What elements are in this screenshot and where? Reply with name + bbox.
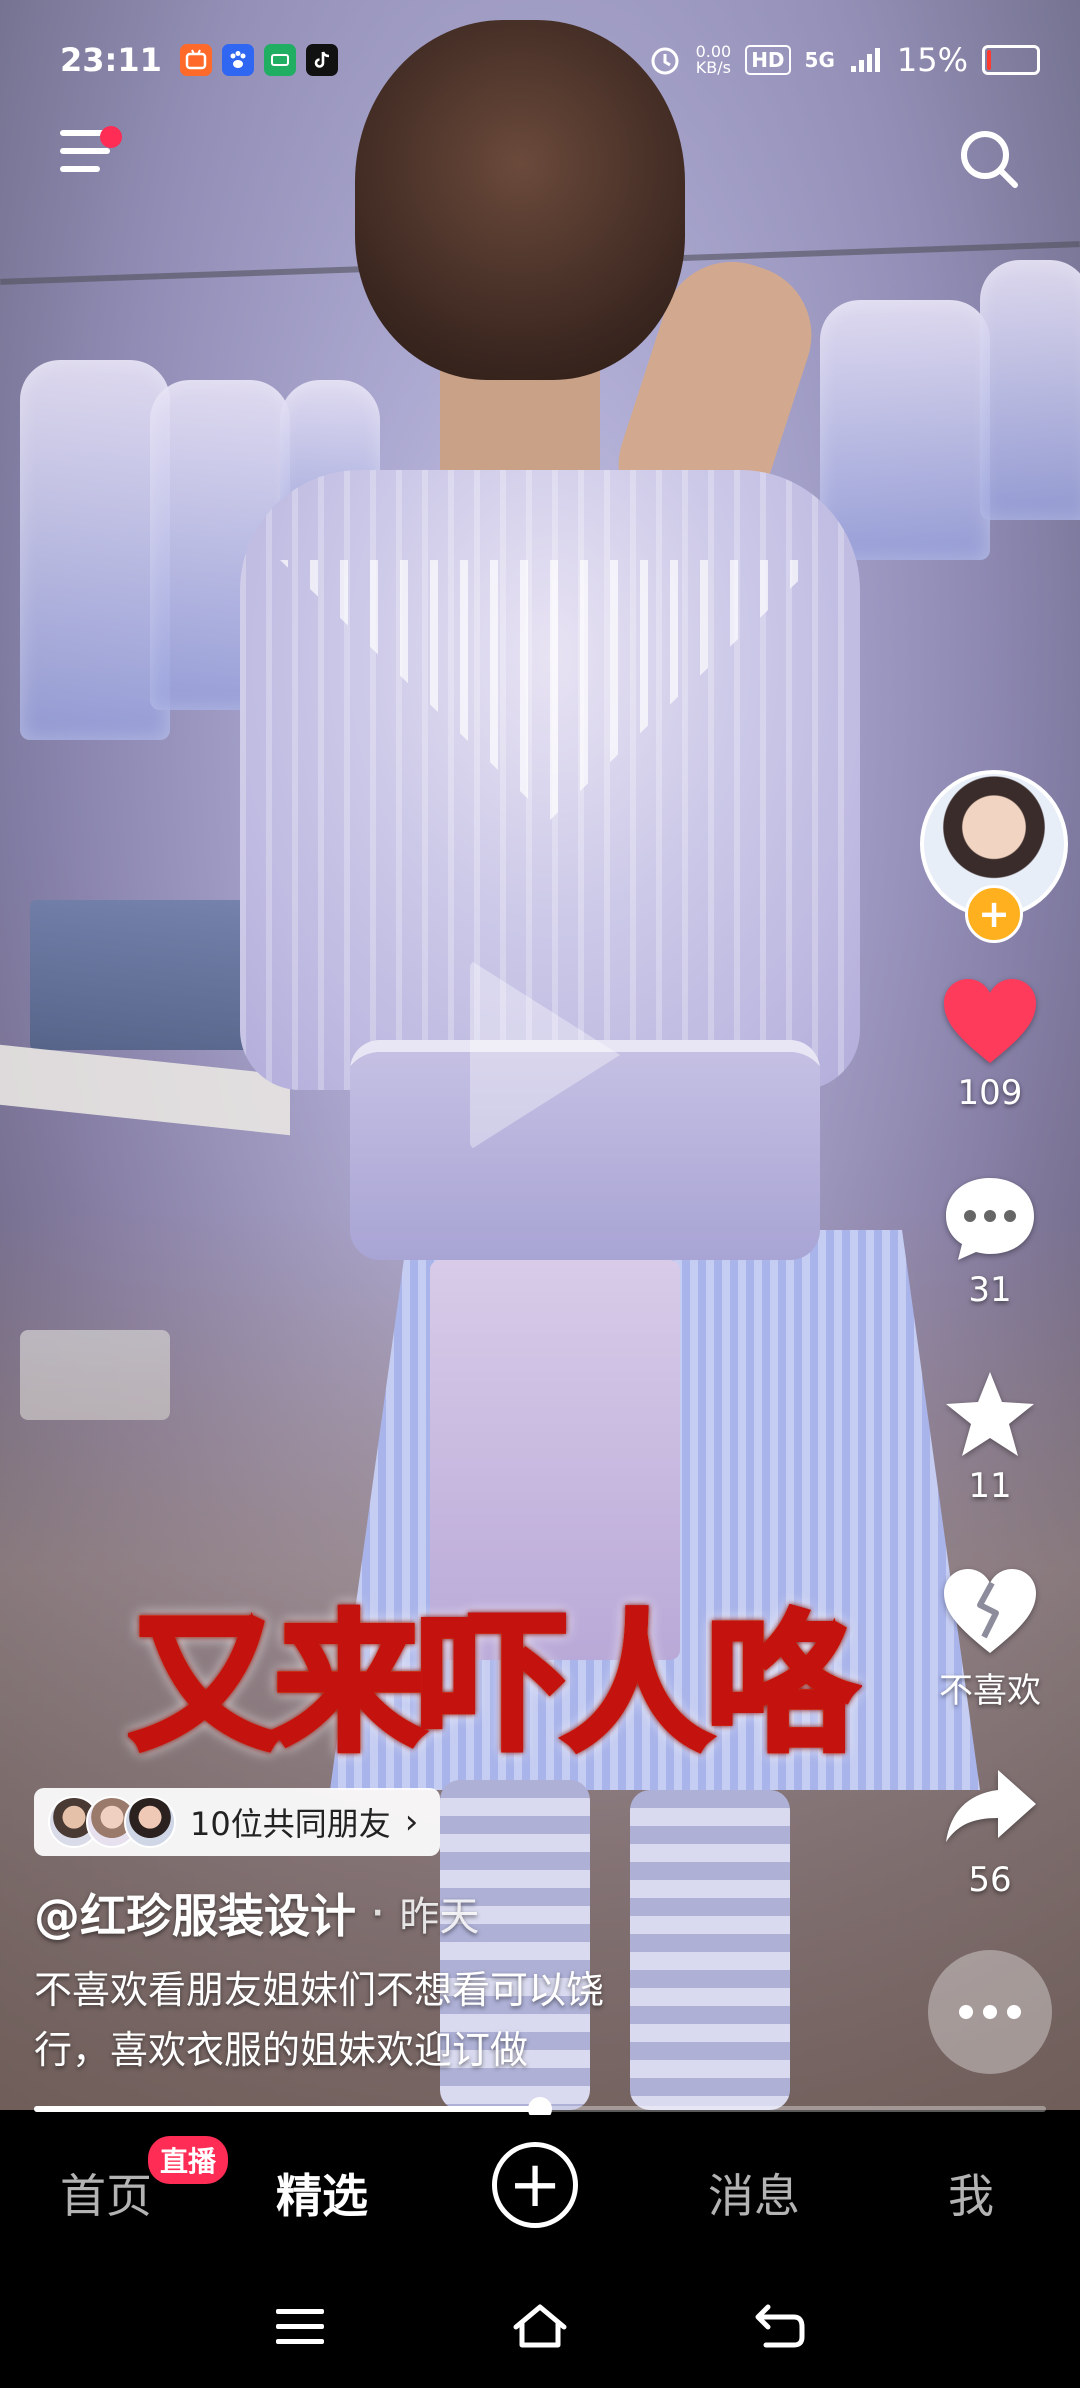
share-arrow-icon xyxy=(946,1770,1036,1842)
home-icon[interactable] xyxy=(510,2301,570,2351)
dislike-button[interactable]: 不喜欢 xyxy=(920,1565,1060,1712)
system-nav-bar xyxy=(0,2265,1080,2388)
tab-home[interactable]: 首页 xyxy=(60,2160,152,2226)
sohu-icon xyxy=(263,44,296,76)
progress-fill xyxy=(34,2106,540,2112)
video-caption-overlay: 又来吓人咯 xyxy=(127,1598,859,1772)
tiktok-icon xyxy=(305,44,338,76)
tab-me[interactable]: 我 xyxy=(948,2160,994,2226)
net-speed-unit: KB/s xyxy=(695,58,731,77)
like-count: 109 xyxy=(957,1073,1023,1113)
dislike-label: 不喜欢 xyxy=(939,1671,1041,1711)
favorite-button[interactable]: 11 xyxy=(920,1368,1060,1506)
menu-bar xyxy=(60,166,100,172)
posted-time: 昨天 xyxy=(399,1894,480,1940)
create-plus-button[interactable]: + xyxy=(492,2142,578,2228)
friend-avatar xyxy=(124,1796,176,1848)
separator: · xyxy=(372,1895,384,1931)
back-icon[interactable] xyxy=(754,2301,806,2351)
bilibili-icon xyxy=(179,44,212,76)
broken-heart-icon xyxy=(944,1569,1036,1653)
battery-percent: 15% xyxy=(896,41,968,79)
video-progress-bar[interactable] xyxy=(34,2097,1046,2121)
star-icon xyxy=(946,1372,1034,1456)
baidu-icon xyxy=(221,44,254,76)
network-type: 5G xyxy=(804,48,835,72)
video-description[interactable]: 不喜欢看朋友姐妹们不想看可以饶 行，喜欢衣服的姐妹欢迎订做 xyxy=(34,1960,734,2080)
recent-apps-icon[interactable] xyxy=(274,2305,326,2349)
signal-icon xyxy=(850,48,880,72)
like-button[interactable]: 109 xyxy=(920,975,1060,1113)
more-dot xyxy=(983,2005,997,2019)
play-icon[interactable] xyxy=(470,960,620,1150)
mannequin xyxy=(20,360,170,740)
favorite-count: 11 xyxy=(968,1466,1012,1506)
chevron-right-icon: › xyxy=(404,1802,419,1842)
more-dot xyxy=(1007,2005,1021,2019)
live-badge: 直播 xyxy=(148,2136,229,2184)
mannequin xyxy=(820,300,990,560)
net-speed: 0.00 KB/s xyxy=(696,44,732,76)
battery-icon xyxy=(982,45,1040,75)
heart-icon xyxy=(944,979,1036,1063)
comment-button[interactable]: 31 xyxy=(920,1172,1060,1310)
description-line: 不喜欢看朋友姐妹们不想看可以饶 xyxy=(34,1968,605,2012)
mannequin xyxy=(980,260,1080,520)
share-button[interactable]: 56 xyxy=(920,1762,1060,1900)
comment-count: 31 xyxy=(968,1270,1012,1310)
hd-badge: HD xyxy=(745,45,791,75)
notification-dot xyxy=(100,126,122,148)
menu-bar xyxy=(60,148,110,154)
more-dot xyxy=(959,2005,973,2019)
battery-fill xyxy=(987,50,991,70)
description-line: 行，喜欢衣服的姐妹欢迎订做 xyxy=(34,2028,529,2072)
mutual-friends-chip[interactable]: 10位共同朋友 › xyxy=(34,1788,441,1856)
share-count: 56 xyxy=(968,1860,1012,1900)
tab-messages[interactable]: 消息 xyxy=(708,2160,800,2226)
author-line: @红珍服装设计 · 昨天 xyxy=(34,1880,479,1946)
app-screen: 23:11 0.00 KB/s HD 5G 15% + 109 31 11 不喜… xyxy=(0,0,1080,2388)
mutual-friends-label: 10位共同朋友 xyxy=(190,1805,391,1843)
search-icon[interactable] xyxy=(955,125,1025,195)
follow-plus-icon[interactable]: + xyxy=(965,885,1023,943)
alarm-icon xyxy=(651,47,679,75)
status-time: 23:11 xyxy=(60,41,162,79)
author-name[interactable]: @红珍服装设计 xyxy=(34,1880,356,1946)
comment-icon xyxy=(946,1178,1034,1260)
status-bar: 23:11 0.00 KB/s HD 5G 15% xyxy=(60,38,1040,82)
more-options-button[interactable] xyxy=(928,1950,1052,2074)
tab-featured[interactable]: 精选 xyxy=(276,2160,368,2226)
